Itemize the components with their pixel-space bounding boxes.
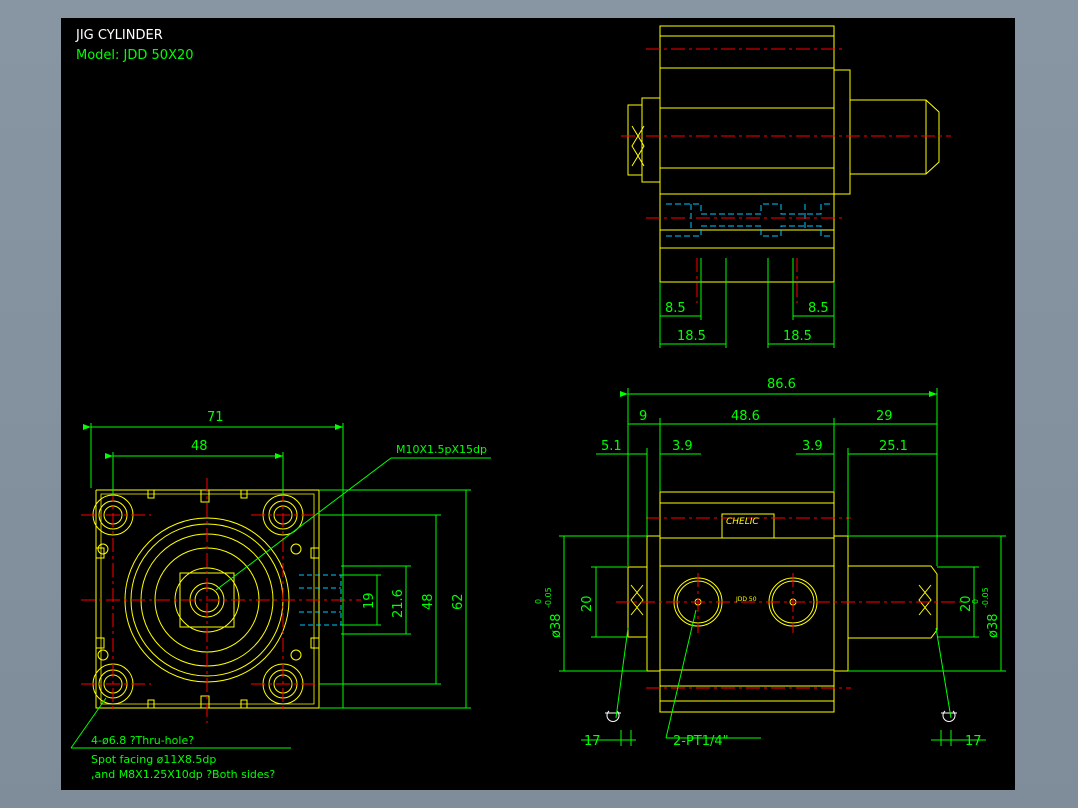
- front-view: [70, 423, 491, 749]
- cad-drawing: JIG CYLINDER Model: JDD 50X20 8.5 8.5 18…: [70, 25, 1006, 781]
- side-dim-wrench-right: 17: [965, 734, 982, 749]
- front-dim-port-a: 19: [362, 592, 377, 609]
- side-view: [559, 388, 1006, 746]
- top-dim-right-b: 18.5: [783, 329, 812, 344]
- front-dim-height-inner: 48: [421, 593, 436, 610]
- side-dim-right-sub2: 25.1: [879, 439, 908, 454]
- side-dim-mid-seg: 48.6: [731, 409, 760, 424]
- front-dim-port-b: 21.6: [391, 589, 406, 618]
- top-dim-left-b: 18.5: [677, 329, 706, 344]
- side-tol-left-top: 0: [534, 599, 543, 604]
- thread-callout: M10X1.5pX15dp: [396, 443, 487, 456]
- side-dim-right-seg: 29: [876, 409, 893, 424]
- front-dim-bolt-spacing: 48: [191, 439, 208, 454]
- side-tol-left-bot: -0.05: [544, 587, 553, 608]
- side-dim-rod-left: 20: [580, 595, 595, 612]
- brand-label: CHELIC: [726, 517, 759, 527]
- holes-callout-1: 4-ø6.8 ?Thru-hole?: [91, 734, 194, 747]
- side-dim-left-sub2: 3.9: [672, 439, 693, 454]
- side-tol-right-bot: -0.05: [981, 587, 990, 608]
- drawing-canvas: JIG CYLINDER Model: JDD 50X20 8.5 8.5 18…: [61, 18, 1015, 790]
- top-dim-right-a: 8.5: [808, 301, 829, 316]
- side-dim-left-seg: 9: [639, 409, 647, 424]
- side-dim-left-sub: 5.1: [601, 439, 622, 454]
- front-dim-width: 71: [207, 410, 224, 425]
- side-tol-right-top: 0: [971, 599, 980, 604]
- side-dim-bore-left: ø38: [549, 614, 564, 639]
- holes-callout-3: ,and M8X1.25X10dp ?Both sides?: [91, 768, 275, 781]
- side-dim-wrench-left: 17: [584, 734, 601, 749]
- front-dim-height-overall: 62: [451, 593, 466, 610]
- drawing-title: JIG CYLINDER: [75, 28, 163, 43]
- side-dim-overall: 86.6: [767, 377, 796, 392]
- side-dim-bore-right: ø38: [986, 614, 1001, 639]
- viewport-frame: JIG CYLINDER Model: JDD 50X20 8.5 8.5 18…: [0, 0, 1078, 808]
- top-dim-left-a: 8.5: [665, 301, 686, 316]
- holes-callout-2: Spot facing ø11X8.5dp: [91, 753, 216, 766]
- side-dim-right-sub: 3.9: [802, 439, 823, 454]
- top-view: [621, 25, 951, 348]
- model-small-label: JDD 50: [735, 596, 757, 603]
- side-ports-callout: 2-PT1/4": [673, 734, 729, 749]
- model-label: Model: JDD 50X20: [76, 48, 194, 63]
